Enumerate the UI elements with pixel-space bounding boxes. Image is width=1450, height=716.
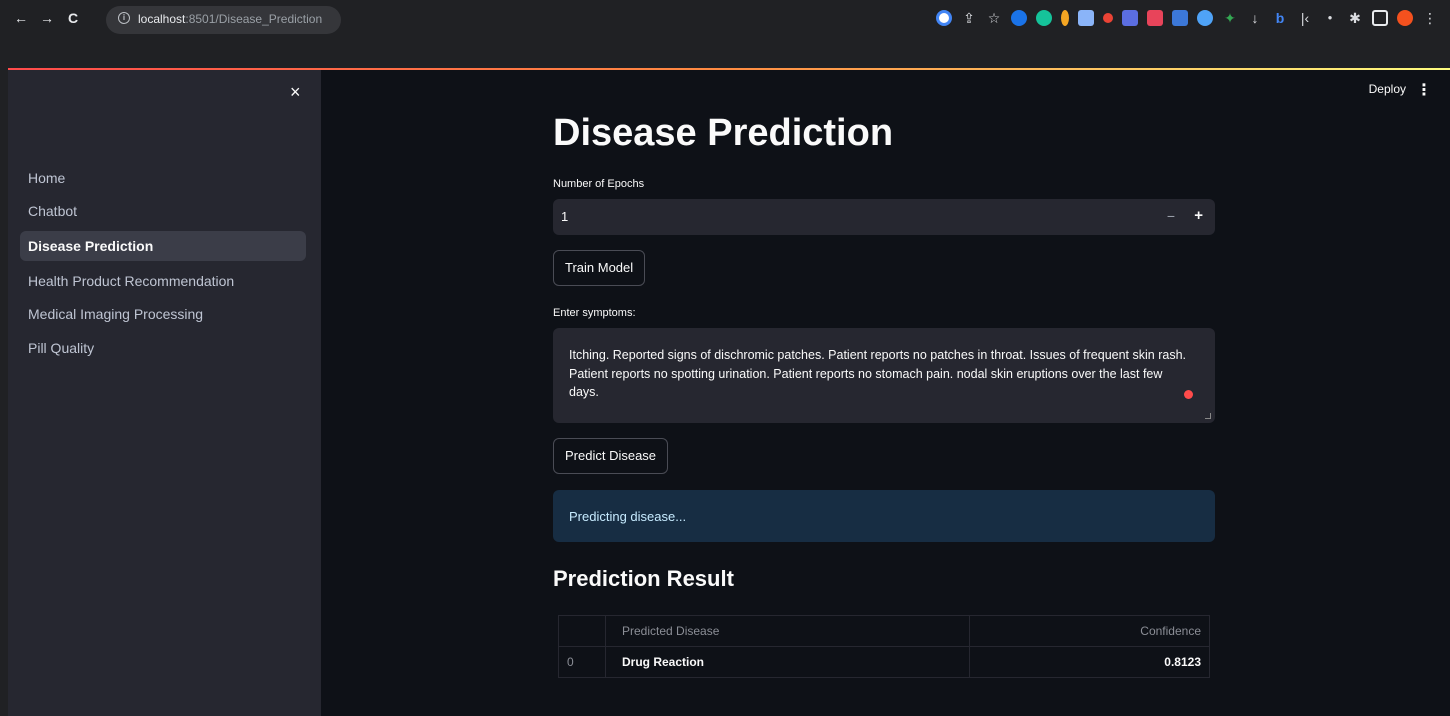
- decrement-button[interactable]: −: [1167, 208, 1175, 224]
- grammar-indicator-icon[interactable]: [1184, 390, 1193, 399]
- confidence-cell: 0.8123: [1164, 655, 1201, 669]
- extension-tool-icon[interactable]: [1078, 10, 1094, 26]
- symptoms-label: Enter symptoms:: [553, 307, 636, 319]
- result-heading: Prediction Result: [553, 566, 734, 591]
- table-header-confidence[interactable]: Confidence: [970, 616, 1209, 647]
- extension-blue-icon[interactable]: [1011, 10, 1027, 26]
- site-info-icon[interactable]: i: [118, 12, 130, 24]
- mic-icon[interactable]: ↓: [1247, 10, 1263, 26]
- chrome-menu-icon[interactable]: ⋮: [1422, 10, 1438, 26]
- extension-cyan-icon[interactable]: [1197, 10, 1213, 26]
- page-title: Disease Prediction: [553, 112, 894, 154]
- extension-record-icon[interactable]: [1103, 13, 1113, 23]
- row-index: 0: [559, 647, 606, 678]
- back-arrow-icon[interactable]: ←: [12, 8, 30, 28]
- symptoms-text[interactable]: Itching. Reported signs of dischromic pa…: [569, 346, 1195, 402]
- extension-pink-icon[interactable]: [1147, 10, 1163, 26]
- address-bar[interactable]: i localhost:8501/Disease_Prediction: [106, 6, 341, 34]
- extension-b-icon[interactable]: b: [1272, 10, 1288, 26]
- profile-avatar-icon[interactable]: [1397, 10, 1413, 26]
- side-panel-icon[interactable]: [1372, 10, 1388, 26]
- info-message: Predicting disease...: [569, 509, 687, 524]
- symptoms-textarea[interactable]: Itching. Reported signs of dischromic pa…: [553, 328, 1215, 423]
- sidebar-item-home[interactable]: Home: [20, 163, 306, 193]
- reload-icon[interactable]: C: [64, 8, 82, 28]
- sidebar-item-health-product-recommendation[interactable]: Health Product Recommendation: [20, 266, 306, 296]
- result-table: Predicted Disease Confidence 0 Drug Reac…: [558, 615, 1210, 678]
- deploy-button[interactable]: Deploy: [1369, 82, 1406, 96]
- increment-button[interactable]: +: [1194, 207, 1203, 224]
- table-row: 0 Drug Reaction 0.8123: [559, 647, 1209, 678]
- window-edge: [0, 0, 8, 716]
- extensions-toolbar: ⇪ ☆ ✦ ↓ b |‹ ● ✱ ⋮: [936, 8, 1438, 28]
- predicted-disease-cell: Drug Reaction: [606, 647, 970, 678]
- grammarly-icon[interactable]: [1036, 10, 1052, 26]
- extension-dot-icon[interactable]: ●: [1322, 10, 1338, 26]
- sidebar-item-pill-quality[interactable]: Pill Quality: [20, 333, 306, 363]
- extension-orange-icon[interactable]: [1061, 10, 1069, 26]
- train-model-button[interactable]: Train Model: [553, 250, 646, 286]
- extension-k-icon[interactable]: |‹: [1297, 10, 1313, 26]
- share-icon[interactable]: ⇪: [961, 10, 977, 26]
- resize-handle-icon[interactable]: [1205, 413, 1211, 419]
- main-menu-icon[interactable]: ⋮: [1416, 80, 1432, 100]
- sidebar: × Home Chatbot Disease Prediction Health…: [8, 70, 321, 716]
- table-header-disease[interactable]: Predicted Disease: [606, 616, 970, 647]
- extension-new-icon[interactable]: [1172, 10, 1188, 26]
- epochs-label: Number of Epochs: [553, 178, 645, 190]
- sidebar-item-disease-prediction[interactable]: Disease Prediction: [20, 231, 306, 261]
- close-sidebar-icon[interactable]: ×: [290, 82, 301, 102]
- sidebar-item-medical-imaging-processing[interactable]: Medical Imaging Processing: [20, 299, 306, 329]
- sidebar-item-chatbot[interactable]: Chatbot: [20, 196, 306, 226]
- main-content: Deploy ⋮ Disease Prediction Number of Ep…: [321, 70, 1450, 716]
- extensions-puzzle-icon[interactable]: ✱: [1347, 10, 1363, 26]
- forward-arrow-icon[interactable]: →: [38, 8, 56, 28]
- epochs-value[interactable]: 1: [561, 209, 568, 224]
- extension-green-icon[interactable]: ✦: [1222, 10, 1238, 26]
- google-icon[interactable]: [936, 10, 952, 26]
- browser-chrome: ← → C i localhost:8501/Disease_Predictio…: [0, 0, 1450, 70]
- predict-disease-button[interactable]: Predict Disease: [553, 438, 669, 474]
- table-header-index: [559, 616, 606, 647]
- epochs-number-input[interactable]: 1 − +: [553, 199, 1215, 235]
- url-text: localhost:8501/Disease_Prediction: [138, 12, 323, 26]
- extension-a-icon[interactable]: [1122, 10, 1138, 26]
- info-alert: Predicting disease...: [553, 490, 1215, 542]
- bookmark-star-icon[interactable]: ☆: [986, 10, 1002, 26]
- table-header-row: Predicted Disease Confidence: [559, 616, 1209, 647]
